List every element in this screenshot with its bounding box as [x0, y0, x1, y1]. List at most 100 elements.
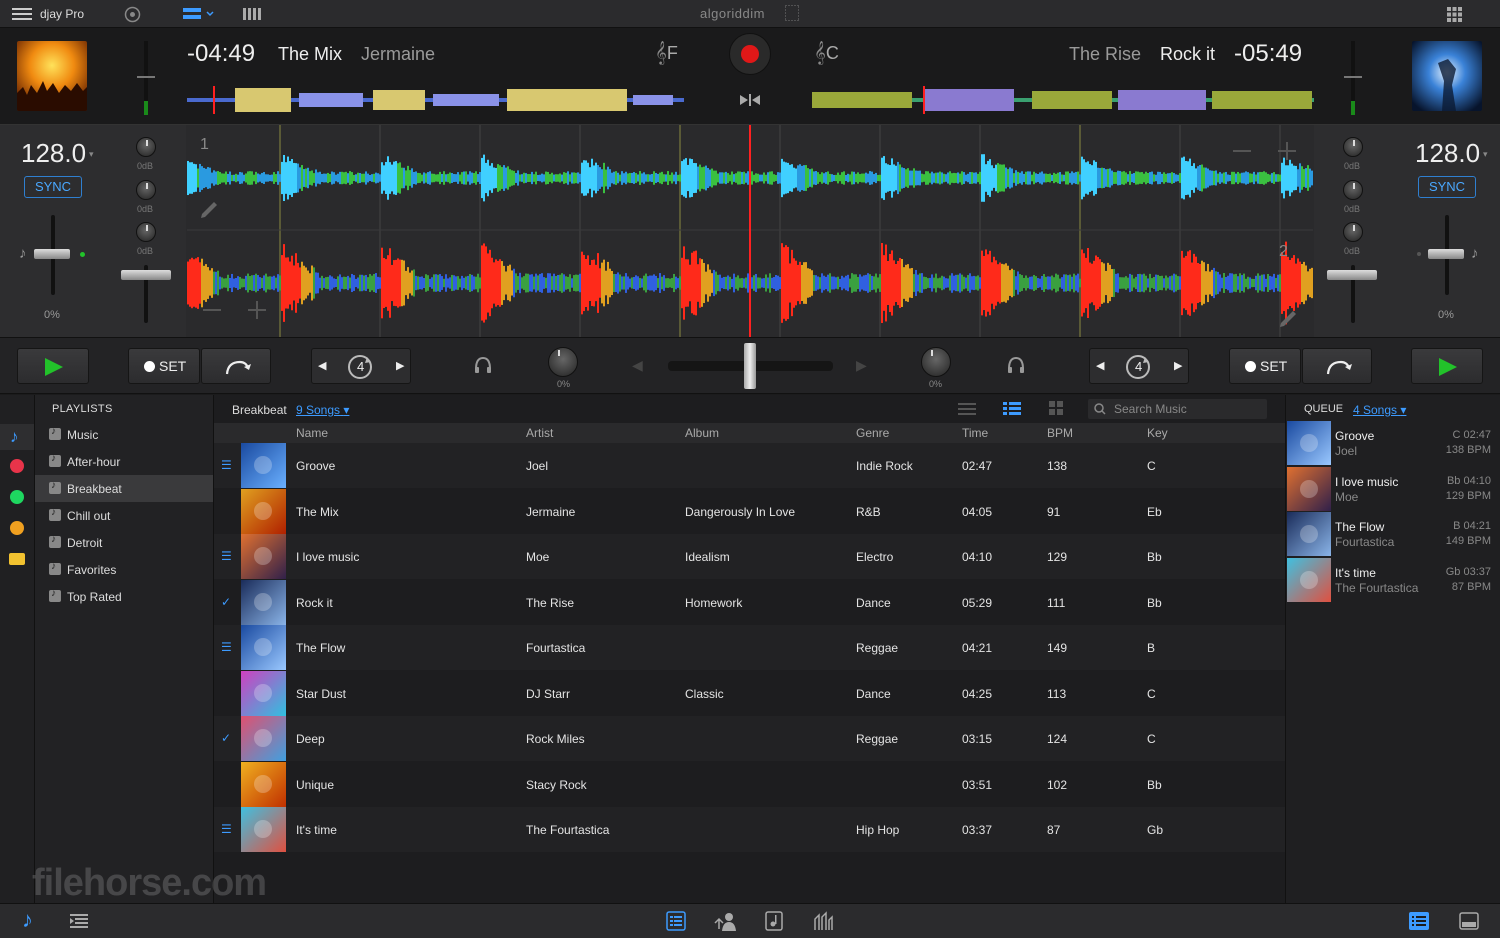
playlist-item-breakbeat[interactable]: Breakbeat — [35, 475, 213, 502]
playlist-item-top-rated[interactable]: Top Rated — [35, 583, 213, 610]
deck-right-bpm[interactable]: 128.0 — [1415, 138, 1480, 169]
swap-decks-icon[interactable] — [738, 92, 762, 108]
chevron-down-icon[interactable]: ▾ — [1483, 149, 1488, 160]
crossfader-handle[interactable] — [744, 343, 756, 389]
deck-right-pitch-slider[interactable] — [1428, 249, 1464, 259]
deck-left-bpm[interactable]: 128.0 — [21, 138, 86, 169]
deck-right-play-button[interactable] — [1411, 348, 1483, 384]
waveform-bar — [355, 174, 357, 182]
column-album[interactable]: Album — [685, 426, 719, 440]
column-artist[interactable]: Artist — [526, 426, 553, 440]
playlist-item-after-hour[interactable]: After-hour — [35, 448, 213, 475]
sampler-icon[interactable] — [813, 911, 833, 931]
deck-right-skip-button[interactable] — [1302, 348, 1372, 384]
waveform-bar — [1095, 161, 1097, 195]
headphones-icon[interactable] — [473, 355, 493, 375]
playlist-item-favorites[interactable]: Favorites — [35, 556, 213, 583]
table-row[interactable]: Unique Stacy Rock 03:51 102 Bb — [214, 761, 1285, 807]
spotify-icon[interactable] — [10, 490, 24, 504]
fx-icon[interactable] — [765, 911, 783, 931]
loop-decrease-icon[interactable]: ◀ — [1096, 359, 1104, 372]
eq-mid-right-knob[interactable] — [1343, 180, 1363, 200]
queue-item[interactable]: I love music Moe Bb 04:10 129 BPM — [1286, 466, 1500, 512]
deck-right-set-cue-button[interactable]: SET — [1229, 348, 1301, 384]
column-genre[interactable]: Genre — [856, 426, 889, 440]
waveform-bar — [791, 164, 793, 192]
layout-horizontal-icon[interactable] — [183, 8, 215, 20]
volume-left-fader[interactable] — [121, 270, 171, 280]
gain-right-knob[interactable] — [921, 347, 951, 377]
layout-vertical-icon[interactable] — [243, 8, 263, 20]
waveform-bar — [1279, 174, 1281, 182]
match-icon[interactable] — [714, 911, 736, 931]
waveform-bar — [741, 172, 743, 184]
zoom-out-icon[interactable] — [1233, 150, 1251, 152]
waveform-display[interactable]: 1 2 — [187, 125, 1313, 337]
window-layout-icon[interactable] — [1459, 912, 1479, 930]
headphones-icon[interactable] — [1006, 355, 1026, 375]
music-library-icon[interactable]: ♪ — [10, 427, 19, 447]
playlist-item-chill-out[interactable]: Chill out — [35, 502, 213, 529]
deck-left-play-button[interactable] — [17, 348, 89, 384]
loop-decrease-icon[interactable]: ◀ — [318, 359, 326, 372]
table-row[interactable]: ☰ I love music Moe Idealism Electro 04:10 129 B… — [214, 534, 1285, 579]
queue-count-link[interactable]: 4 Songs ▾ — [1353, 403, 1406, 417]
volume-right-fader[interactable] — [1327, 270, 1377, 280]
table-row[interactable]: The Mix Jermaine Dangerously In Love R&B 04:… — [214, 488, 1285, 534]
deck-left-overview-waveform[interactable] — [187, 86, 684, 114]
eq-high-right-knob[interactable] — [1343, 137, 1363, 157]
table-row[interactable]: Star Dust DJ Starr Classic Dance 04:25 113 C — [214, 670, 1285, 716]
search-input[interactable] — [1088, 399, 1267, 419]
eq-low-right-knob[interactable] — [1343, 222, 1363, 242]
column-time[interactable]: Time — [962, 426, 988, 440]
history-icon[interactable] — [10, 521, 24, 535]
automix-icon[interactable] — [70, 914, 88, 928]
queue-item[interactable]: It's time The Fourtastica Gb 03:37 87 BPM — [1286, 557, 1500, 603]
eq-low-left-knob[interactable] — [136, 222, 156, 242]
deck-left-skip-button[interactable] — [201, 348, 271, 384]
waveform-bar — [821, 273, 823, 293]
waveform-bar — [201, 258, 203, 308]
library-view-icon[interactable] — [666, 911, 686, 931]
deck-left-pitch-slider[interactable] — [34, 249, 70, 259]
grid-view-icon[interactable] — [1049, 401, 1064, 416]
menu-icon[interactable] — [12, 8, 32, 20]
songs-count-link[interactable]: 9 Songs ▾ — [296, 403, 349, 417]
table-row[interactable]: ☰ Groove Joel Indie Rock 02:47 138 C — [214, 443, 1285, 488]
eq-mid-left-knob[interactable] — [136, 180, 156, 200]
deck-left-set-cue-button[interactable]: SET — [128, 348, 200, 384]
list-view-icon[interactable] — [958, 402, 976, 416]
detail-view-icon[interactable] — [1003, 402, 1021, 416]
loop-increase-icon[interactable]: ▶ — [1174, 359, 1182, 372]
crossfader-right-arrow-icon[interactable]: ▶ — [856, 357, 867, 374]
itunes-icon[interactable] — [10, 459, 24, 473]
queue-item[interactable]: Groove Joel C 02:47 138 BPM — [1286, 421, 1500, 466]
queue-item[interactable]: The Flow Fourtastica B 04:21 149 BPM — [1286, 512, 1500, 557]
sync-record-icon[interactable] — [124, 6, 141, 23]
table-row[interactable]: ☰ It's time The Fourtastica Hip Hop 03:37 87 G… — [214, 807, 1285, 852]
chevron-down-icon[interactable]: ▾ — [89, 149, 94, 160]
music-note-icon[interactable]: ♪ — [22, 907, 33, 933]
record-button[interactable] — [729, 33, 771, 75]
eq-high-left-knob[interactable] — [136, 137, 156, 157]
crossfader-left-arrow-icon[interactable]: ◀ — [632, 357, 643, 374]
deck-right-overview-waveform[interactable] — [812, 86, 1314, 114]
column-key[interactable]: Key — [1147, 426, 1168, 440]
waveform-bar — [813, 171, 815, 185]
folder-icon[interactable] — [9, 553, 25, 565]
grid-menu-icon[interactable] — [1447, 7, 1462, 22]
table-row[interactable]: ✓ Deep Rock Miles Reggae 03:15 124 C — [214, 716, 1285, 761]
deck-left-sync-button[interactable]: SYNC — [24, 176, 82, 198]
table-row[interactable]: ☰ The Flow Fourtastica Reggae 04:21 149 B — [214, 625, 1285, 670]
column-name[interactable]: Name — [296, 426, 328, 440]
table-row[interactable]: ✓ Rock it The Rise Homework Dance 05:29 111 Bb — [214, 579, 1285, 625]
zoom-out-icon[interactable] — [203, 309, 221, 311]
loop-increase-icon[interactable]: ▶ — [396, 359, 404, 372]
queue-view-icon[interactable] — [1409, 912, 1429, 930]
playlist-item-music[interactable]: Music — [35, 421, 213, 448]
gain-left-knob[interactable] — [548, 347, 578, 377]
playlist-item-detroit[interactable]: Detroit — [35, 529, 213, 556]
column-bpm[interactable]: BPM — [1047, 426, 1073, 440]
waveform-bar — [1007, 265, 1009, 301]
deck-right-sync-button[interactable]: SYNC — [1418, 176, 1476, 198]
